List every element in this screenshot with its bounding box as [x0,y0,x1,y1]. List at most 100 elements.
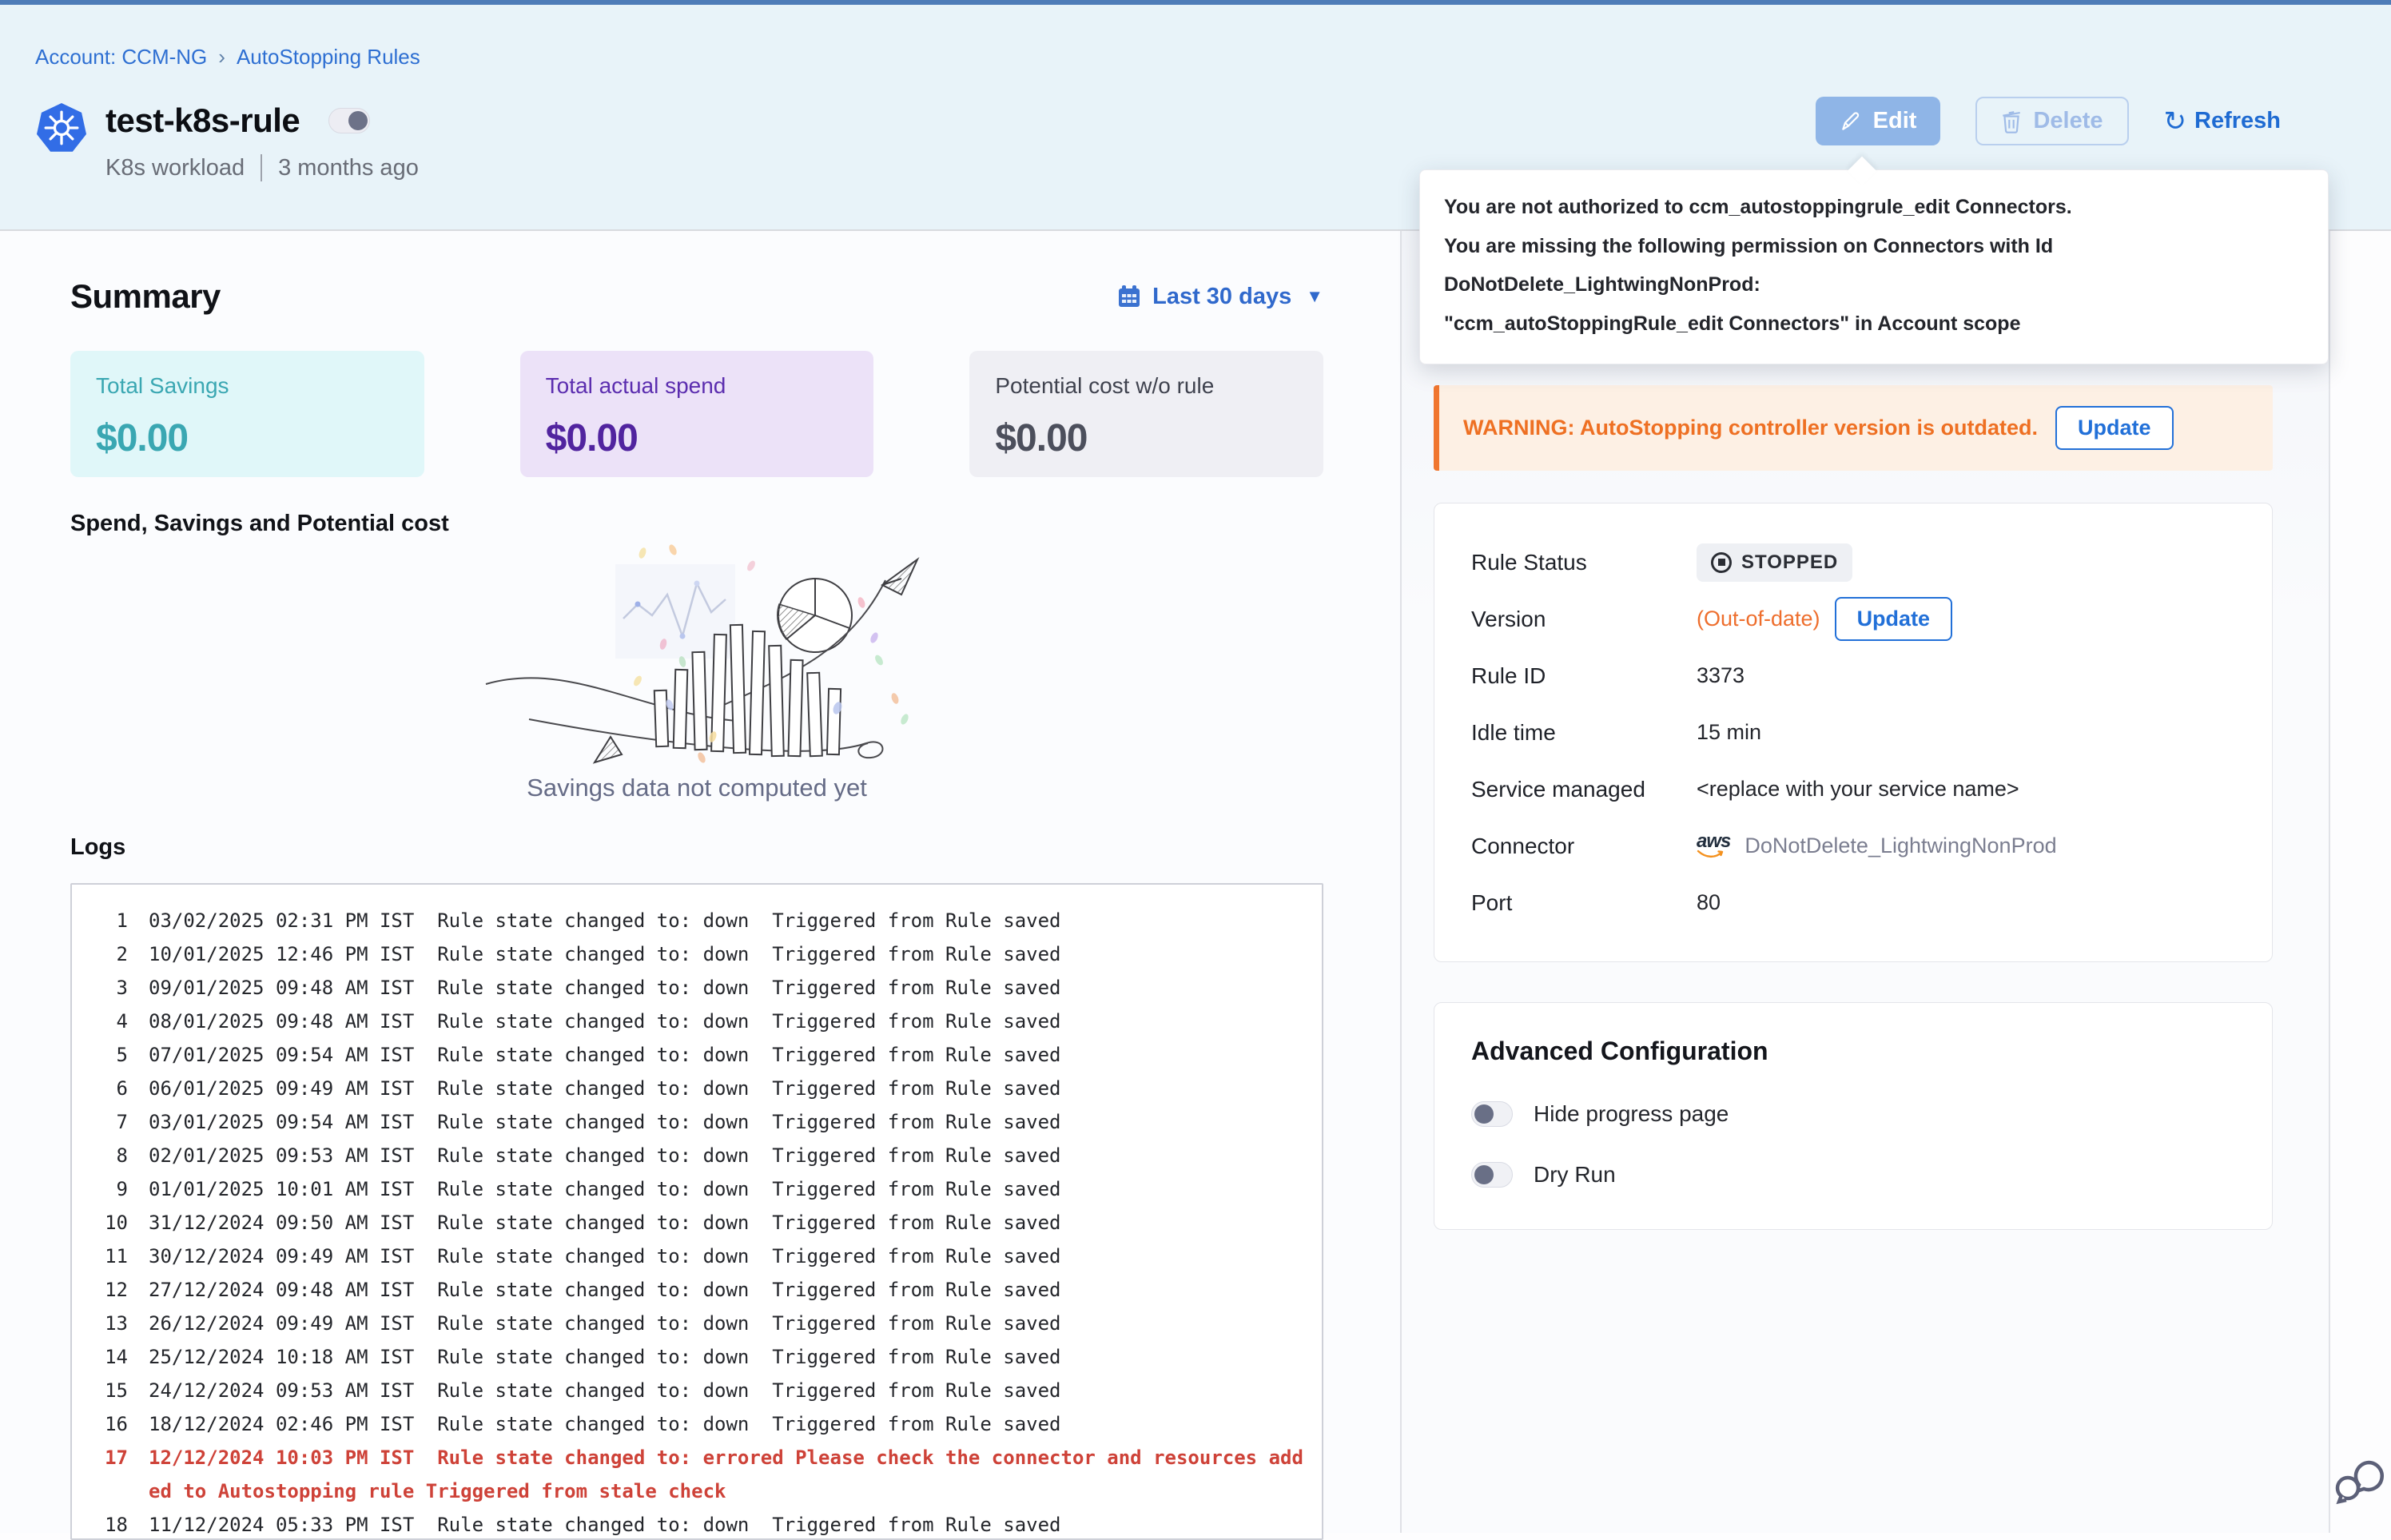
summary-card-purple: Total actual spend $0.00 [520,351,874,477]
date-range-label: Last 30 days [1152,284,1291,310]
refresh-button[interactable]: ↻ Refresh [2164,108,2282,135]
log-line-text: 18/12/2024 02:46 PM IST Rule state chang… [149,1407,1307,1441]
log-line-text: 02/01/2025 09:53 AM IST Rule state chang… [149,1139,1307,1172]
details-row-value: STOPPED [1697,543,1852,582]
details-row: Rule ID3373 [1471,647,2235,704]
chat-bubbles-icon[interactable] [2333,1450,2386,1507]
log-line-number: 16 [86,1407,128,1441]
log-line-number: 8 [86,1139,128,1172]
toggle-switch[interactable] [1471,1101,1513,1127]
details-row: Service managed<replace with your servic… [1471,761,2235,818]
log-row: 5 07/01/2025 09:54 AM IST Rule state chan… [86,1038,1307,1072]
details-row: Idle time15 min [1471,704,2235,761]
warning-text: WARNING: AutoStopping controller version… [1463,416,2038,440]
toggle-knob [1474,1104,1494,1124]
details-row-label: Rule Status [1471,550,1697,575]
log-line-text: 12/12/2024 10:03 PM IST Rule state chang… [149,1441,1307,1508]
details-row-value: awsDoNotDelete_LightwingNonProd [1697,833,2057,860]
log-row: 8 02/01/2025 09:53 AM IST Rule state chan… [86,1139,1307,1172]
details-row-label: Connector [1471,834,1697,859]
summary-title: Summary [70,277,221,316]
details-row-value: (Out-of-date) Update [1697,597,1952,641]
log-line-number: 18 [86,1508,128,1540]
log-row: 1425/12/2024 10:18 AM IST Rule state cha… [86,1340,1307,1374]
card-label: Total Savings [96,373,399,399]
log-row: 1130/12/2024 09:49 AM IST Rule state cha… [86,1240,1307,1273]
log-row: 1524/12/2024 09:53 AM IST Rule state cha… [86,1374,1307,1407]
edit-button[interactable]: Edit [1816,97,1941,145]
details-row-label: Rule ID [1471,663,1697,689]
logs-console[interactable]: 1 03/02/2025 02:31 PM IST Rule state chan… [70,883,1323,1540]
details-row-label: Service managed [1471,777,1697,802]
date-range-selector[interactable]: Last 30 days ▼ [1117,284,1323,310]
breadcrumb: Account: CCM-NG › AutoStopping Rules [35,45,2391,70]
rule-details-card: Rule Status STOPPED Version(Out-of-date) Up… [1434,503,2273,962]
version-status-text: (Out-of-date) [1697,607,1820,631]
log-line-text: 27/12/2024 09:48 AM IST Rule state chang… [149,1273,1307,1307]
log-line-number: 2 [86,937,128,971]
log-line-text: 03/02/2025 02:31 PM IST Rule state chang… [149,904,1307,937]
chart-section-title: Spend, Savings and Potential cost [70,511,1323,537]
chevron-down-icon: ▼ [1306,286,1323,307]
breadcrumb-account-link[interactable]: Account: CCM-NG [35,45,207,70]
log-row: 4 08/01/2025 09:48 AM IST Rule state chan… [86,1005,1307,1038]
log-line-number: 10 [86,1206,128,1240]
advanced-toggle-row: Hide progress page [1471,1101,2235,1127]
card-value: $0.00 [96,416,399,460]
trash-icon [2001,109,2022,133]
log-row: 901/01/2025 10:01 AM IST Rule state chan… [86,1172,1307,1206]
toggle-knob [1474,1165,1494,1184]
stop-circle-icon [1711,552,1732,573]
card-value: $0.00 [546,416,849,460]
log-line-text: 10/01/2025 12:46 PM IST Rule state chang… [149,937,1307,971]
log-line-number: 5 [86,1038,128,1072]
toggle-label: Dry Run [1534,1162,1616,1188]
controller-update-button[interactable]: Update [2055,406,2174,450]
log-row: 12 27/12/2024 09:48 AM IST Rule state cha… [86,1273,1307,1307]
log-line-number: 14 [86,1340,128,1374]
details-row-value: <replace with your service name> [1697,777,2019,802]
log-line-number: 9 [86,1172,128,1206]
log-line-text: 31/12/2024 09:50 AM IST Rule state chang… [149,1206,1307,1240]
delete-button[interactable]: Delete [1975,97,2128,145]
log-line-text: 07/01/2025 09:54 AM IST Rule state chang… [149,1038,1307,1072]
rule-age-label: 3 months ago [278,155,419,181]
details-row-value: 80 [1697,890,1721,915]
log-line-number: 4 [86,1005,128,1038]
summary-panel: Summary Last 30 days ▼ Total Savings $0.0… [0,231,1402,1533]
version-update-button[interactable]: Update [1835,597,1953,641]
calendar-icon [1117,285,1141,308]
log-row: 2 10/01/2025 12:46 PM IST Rule state chan… [86,937,1307,971]
details-row: Version(Out-of-date) Update [1471,591,2235,647]
rule-enable-toggle[interactable] [328,108,370,133]
log-line-number: 17 [86,1441,128,1508]
log-line-text: 11/12/2024 05:33 PM IST Rule state chang… [149,1508,1307,1540]
log-line-number: 3 [86,971,128,1005]
status-badge: STOPPED [1697,543,1852,582]
tooltip-line-1: You are not authorized to ccm_autostoppi… [1444,188,2304,227]
workload-type-label: K8s workload [105,155,245,181]
controller-warning-banner: WARNING: AutoStopping controller version… [1434,385,2273,471]
empty-chart-caption: Savings data not computed yet [70,774,1323,802]
log-line-number: 1 [86,904,128,937]
summary-card-teal: Total Savings $0.00 [70,351,424,477]
tooltip-line-2: You are missing the following permission… [1444,227,2304,304]
card-label: Total actual spend [546,373,849,399]
refresh-icon: ↻ [2164,108,2187,135]
details-row-label: Version [1471,607,1697,632]
log-line-text: 08/01/2025 09:48 AM IST Rule state chang… [149,1005,1307,1038]
details-row-value: 15 min [1697,720,1761,745]
log-line-text: 06/01/2025 09:49 AM IST Rule state chang… [149,1072,1307,1105]
connector-name[interactable]: DoNotDelete_LightwingNonProd [1745,834,2056,858]
log-line-number: 7 [86,1105,128,1139]
breadcrumb-autostopping-link[interactable]: AutoStopping Rules [237,45,420,70]
toggle-switch[interactable] [1471,1162,1513,1188]
summary-cards: Total Savings $0.00 Total actual spend $0.0… [70,351,1323,477]
delete-button-label: Delete [2033,108,2103,134]
status-text: STOPPED [1741,551,1838,574]
toggle-label: Hide progress page [1534,1101,1729,1127]
log-line-text: 24/12/2024 09:53 AM IST Rule state chang… [149,1374,1307,1407]
page-title: test-k8s-rule [105,101,300,140]
log-line-number: 12 [86,1273,128,1307]
toggle-knob [348,111,368,130]
